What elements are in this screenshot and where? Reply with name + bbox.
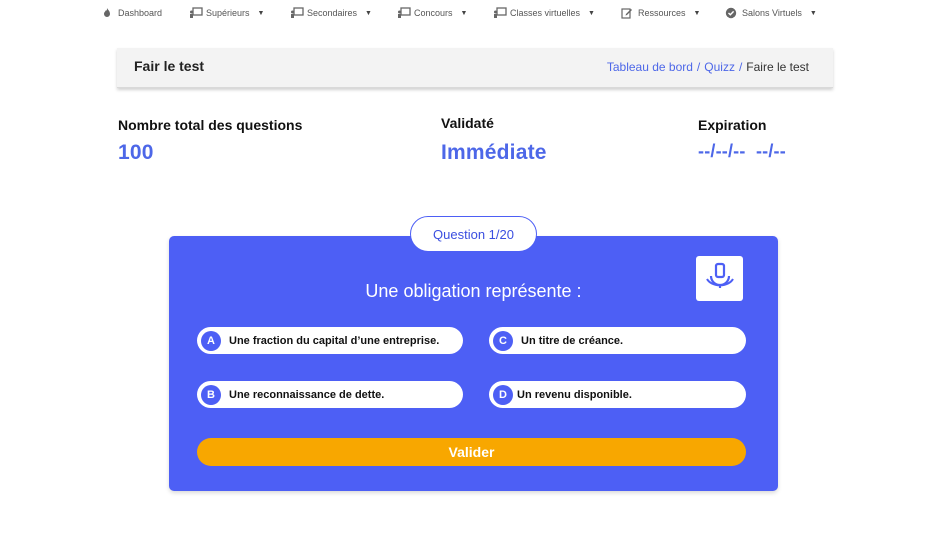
presentation-icon <box>493 7 507 19</box>
option-text: Un revenu disponible. <box>517 388 632 401</box>
nav-superieurs[interactable]: Supérieurs ▼ <box>189 5 264 21</box>
page-header: Fair le test Tableau de bord / Quizz / F… <box>117 48 833 88</box>
chevron-down-icon: ▼ <box>588 9 595 17</box>
nav-dashboard[interactable]: Dashboard <box>101 5 162 21</box>
stat-validity: Validaté Immédiate <box>441 115 547 165</box>
breadcrumb-separator: / <box>696 60 701 74</box>
breadcrumb-link-dashboard[interactable]: Tableau de bord <box>607 60 693 74</box>
breadcrumb: Tableau de bord / Quizz / Faire le test <box>607 60 809 74</box>
option-letter: B <box>201 384 221 405</box>
stat-value: --/--/-- --/-- <box>698 141 786 161</box>
chevron-down-icon: ▼ <box>693 9 701 17</box>
page-title: Fair le test <box>134 58 205 74</box>
check-circle-icon <box>725 7 737 19</box>
breadcrumb-current: Faire le test <box>746 60 809 74</box>
top-navigation: Dashboard Supérieurs ▼ Secondaires ▼ Con… <box>0 0 948 26</box>
chevron-down-icon: ▼ <box>460 9 468 17</box>
chevron-down-icon: ▼ <box>809 9 817 17</box>
stat-label: Nombre total des questions <box>118 117 303 133</box>
option-letter: D <box>493 384 513 405</box>
nav-salons-virtuels[interactable]: Salons Virtuels ▼ <box>725 5 817 21</box>
breadcrumb-link-quizz[interactable]: Quizz <box>704 60 735 74</box>
option-letter: A <box>201 330 221 351</box>
nav-label: Supérieurs <box>206 8 250 18</box>
stat-total-questions: Nombre total des questions 100 <box>118 117 302 165</box>
chevron-down-icon: ▼ <box>365 9 372 17</box>
answer-option-b[interactable]: B Une reconnaissance de dette. <box>197 381 463 408</box>
nav-label: Classes virtuelles <box>510 8 581 18</box>
stat-label: Expiration <box>698 117 767 133</box>
chevron-down-icon: ▼ <box>257 9 265 17</box>
question-counter: Question 1/20 <box>410 216 537 252</box>
option-letter: C <box>493 330 513 351</box>
nav-label: Secondaires <box>307 8 358 18</box>
question-text: Une obligation représente : <box>365 281 582 301</box>
nav-ressources[interactable]: Ressources ▼ <box>621 5 700 21</box>
answer-option-d[interactable]: D Un revenu disponible. <box>489 381 746 408</box>
option-text: Un titre de créance. <box>521 334 624 347</box>
nav-label: Ressources <box>638 8 686 18</box>
stat-label: Validaté <box>441 115 494 131</box>
stat-expiration: Expiration --/--/-- --/-- <box>698 117 786 162</box>
validate-button[interactable]: Valider <box>197 438 746 466</box>
answer-option-a[interactable]: A Une fraction du capital d’une entrepri… <box>197 327 463 354</box>
edit-icon <box>621 7 633 19</box>
option-text: Une reconnaissance de dette. <box>229 388 385 401</box>
breadcrumb-separator: / <box>738 60 743 74</box>
nav-label: Concours <box>414 8 453 18</box>
presentation-icon <box>397 7 411 19</box>
answer-option-c[interactable]: C Un titre de créance. <box>489 327 746 354</box>
nav-secondaires[interactable]: Secondaires ▼ <box>290 5 372 21</box>
presentation-icon <box>290 7 304 19</box>
quiz-card: Une obligation représente : A Une fracti… <box>169 236 778 491</box>
stat-value: 100 <box>118 141 154 164</box>
nav-label: Salons Virtuels <box>742 8 802 18</box>
nav-classes-virtuelles[interactable]: Classes virtuelles ▼ <box>493 5 595 21</box>
option-text: Une fraction du capital d’une entreprise… <box>229 334 440 347</box>
fire-icon <box>101 7 113 19</box>
nav-concours[interactable]: Concours ▼ <box>397 5 467 21</box>
nav-label: Dashboard <box>118 8 163 18</box>
presentation-icon <box>189 7 203 19</box>
stat-value: Immédiate <box>441 141 547 164</box>
